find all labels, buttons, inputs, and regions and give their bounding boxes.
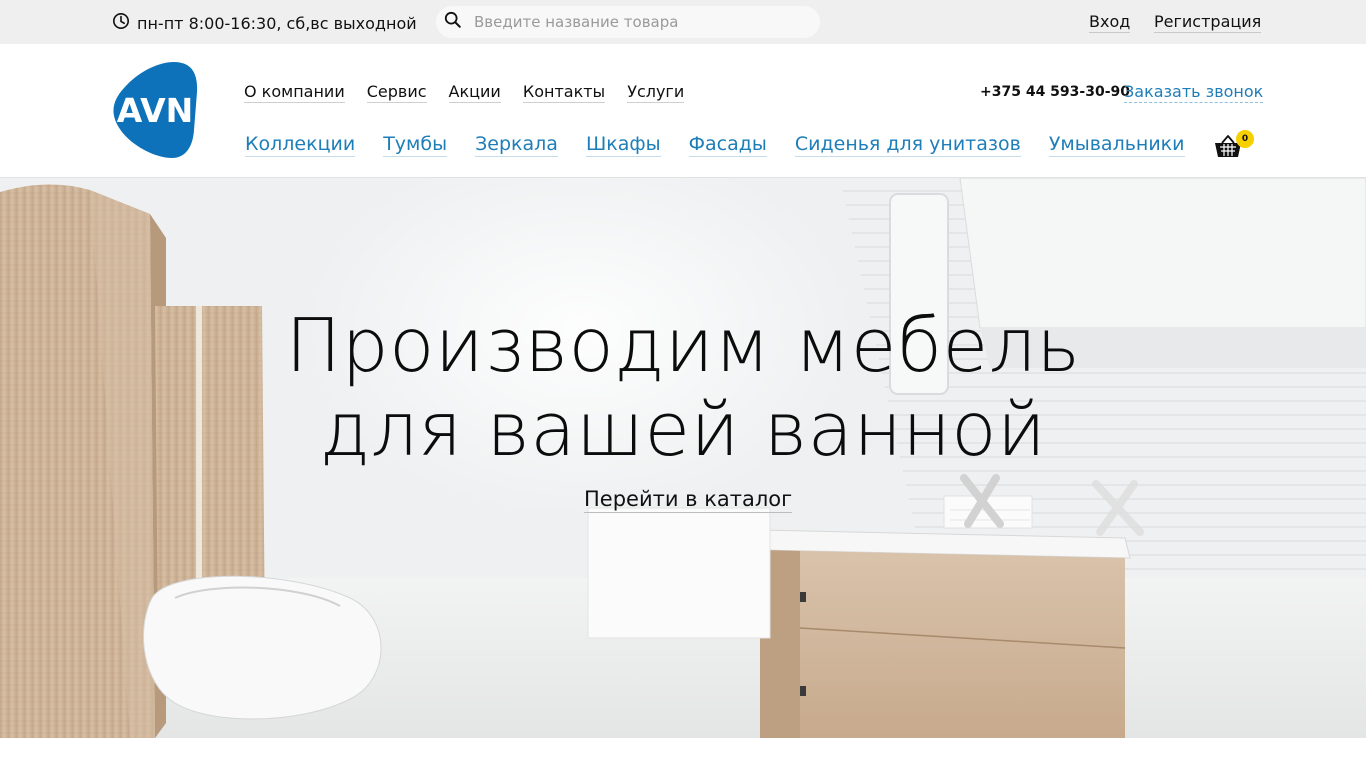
nav-services[interactable]: Услуги bbox=[627, 82, 685, 103]
category-cabinets[interactable]: Тумбы bbox=[383, 133, 448, 157]
clock-icon bbox=[112, 12, 130, 34]
logo[interactable]: AVN bbox=[112, 60, 200, 160]
working-hours-text: пн-пт 8:00-16:30, сб,вс выходной bbox=[137, 13, 417, 33]
login-link[interactable]: Вход bbox=[1089, 12, 1131, 33]
nav-contacts[interactable]: Контакты bbox=[522, 82, 606, 103]
nav-service[interactable]: Сервис bbox=[366, 82, 427, 103]
site-header: AVN О компании Сервис Акции Контакты Усл… bbox=[0, 44, 1366, 178]
top-bar: пн-пт 8:00-16:30, сб,вс выходной Вход Ре… bbox=[0, 0, 1366, 44]
callback-link[interactable]: Заказать звонок bbox=[1124, 82, 1264, 103]
hero-title-line-2: для вашей ванной bbox=[319, 387, 1047, 473]
nav-about[interactable]: О компании bbox=[244, 82, 345, 103]
register-link[interactable]: Регистрация bbox=[1154, 12, 1262, 33]
cart-button[interactable]: 0 bbox=[1214, 130, 1256, 162]
category-collections[interactable]: Коллекции bbox=[245, 133, 356, 157]
go-to-catalog-link[interactable]: Перейти в каталог bbox=[584, 486, 793, 513]
logo-text: AVN bbox=[117, 91, 193, 130]
search-icon[interactable] bbox=[436, 11, 462, 33]
phone-number[interactable]: +375 44 593-30-90 bbox=[980, 84, 1130, 100]
category-toilet-seats[interactable]: Сиденья для унитазов bbox=[794, 133, 1021, 157]
search-input[interactable] bbox=[474, 13, 794, 31]
top-nav: О компании Сервис Акции Контакты Услуги bbox=[244, 82, 685, 103]
hero-title-line-1: Производим мебель bbox=[285, 303, 1081, 389]
category-wardrobes[interactable]: Шкафы bbox=[585, 133, 661, 157]
category-washbasins[interactable]: Умывальники bbox=[1048, 133, 1185, 157]
nav-promotions[interactable]: Акции bbox=[448, 82, 501, 103]
hero-title: Производим мебель для вашей ванной bbox=[0, 304, 1366, 472]
search-box[interactable] bbox=[436, 6, 820, 38]
category-mirrors[interactable]: Зеркала bbox=[475, 133, 558, 157]
category-nav: Коллекции Тумбы Зеркала Шкафы Фасады Сид… bbox=[245, 133, 1185, 157]
category-facades[interactable]: Фасады bbox=[688, 133, 767, 157]
hero-banner: Производим мебель для вашей ванной Перей… bbox=[0, 178, 1366, 738]
cart-count-badge: 0 bbox=[1236, 130, 1254, 148]
working-hours: пн-пт 8:00-16:30, сб,вс выходной bbox=[112, 12, 417, 34]
